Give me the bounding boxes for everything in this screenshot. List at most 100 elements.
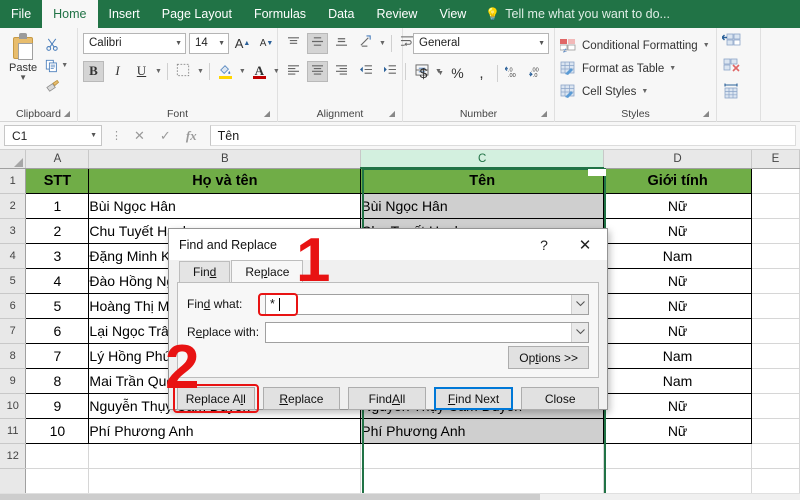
format-cells-icon[interactable] [722,83,742,105]
row-header-2[interactable]: 2 [0,193,27,219]
cell-b11[interactable]: Phí Phương Anh [88,417,362,444]
cell-d9[interactable]: Nam [603,367,752,394]
cell-a7[interactable]: 6 [25,317,90,344]
align-top-button[interactable] [283,33,304,54]
cell-a12[interactable] [25,443,90,469]
cell-e5[interactable] [751,268,800,294]
cell-b1[interactable]: Họ và tên [88,167,362,194]
cell-d12[interactable] [603,443,752,469]
cell-c1[interactable]: Tên [360,167,605,194]
cell-a5[interactable]: 4 [25,267,90,294]
cell-d7[interactable]: Nữ [603,317,752,344]
cell-d5[interactable]: Nữ [603,267,752,294]
number-dialog-launcher[interactable]: ◢ [541,106,547,121]
cell-styles-button[interactable]: Cell Styles ▼ [560,80,648,103]
column-header-a[interactable]: A [25,150,90,169]
clipboard-dialog-launcher[interactable]: ◢ [64,106,70,121]
paste-button[interactable]: Paste ▼ [5,31,41,82]
font-size-combo[interactable]: 14 ▼ [189,32,229,54]
orientation-button[interactable] [355,33,376,54]
ribbon-tab-insert[interactable]: Insert [98,0,151,28]
increase-decimal-button[interactable]: .0.00 [503,63,524,84]
ribbon-tab-home[interactable]: Home [42,0,98,28]
alignment-dialog-launcher[interactable]: ◢ [389,106,395,121]
cell-a9[interactable]: 8 [25,367,90,394]
format-as-table-button[interactable]: Format as Table ▼ [560,57,676,80]
column-header-b[interactable]: B [88,150,362,169]
ribbon-tab-page-layout[interactable]: Page Layout [151,0,243,28]
name-box[interactable]: C1 ▼ [4,125,102,146]
row-header-1[interactable]: 1 [0,168,27,194]
row-header-6[interactable]: 6 [0,293,27,319]
conditional-formatting-button[interactable]: ≠ Conditional Formatting ▼ [559,34,710,57]
cell-e10[interactable] [751,393,800,419]
cell-e4[interactable] [751,243,800,269]
cancel-icon[interactable]: ✕ [134,128,145,144]
align-center-button[interactable] [307,60,328,82]
row-header-4[interactable]: 4 [0,243,27,269]
copy-button[interactable]: ▼ [41,55,72,76]
decrease-decimal-button[interactable]: .00.0 [527,63,548,84]
close-button[interactable]: Close [521,387,599,410]
borders-button[interactable] [173,61,194,82]
column-header-e[interactable]: E [751,150,800,169]
number-format-combo[interactable]: General ▼ [413,32,549,54]
row-header-13[interactable] [0,468,27,494]
cell-e6[interactable] [751,293,800,319]
cell-a3[interactable]: 2 [25,217,90,244]
fill-dropdown-icon[interactable]: ▼ [239,68,246,75]
underline-dropdown-icon[interactable]: ▼ [155,68,162,75]
find-next-button[interactable]: Find Next [433,387,514,410]
row-header-3[interactable]: 3 [0,218,27,244]
cell-d11[interactable]: Nữ [603,417,752,444]
cell-c2[interactable]: Bùi Ngọc Hân [360,192,605,219]
cell-b2[interactable]: Bùi Ngọc Hân [88,192,362,219]
cell-e9[interactable] [751,368,800,394]
cell-c11[interactable]: Phí Phương Anh [360,417,605,444]
cell-a11[interactable]: 10 [25,417,90,444]
column-header-c[interactable]: C [360,150,605,169]
styles-dialog-launcher[interactable]: ◢ [703,106,709,121]
cell-e12[interactable] [751,443,800,469]
column-header-d[interactable]: D [603,150,752,169]
increase-font-size-button[interactable]: A ▲ [232,33,253,54]
currency-dropdown-icon[interactable]: ▼ [437,70,444,77]
cell-d6[interactable]: Nữ [603,292,752,319]
cell-d4[interactable]: Nam [603,242,752,269]
cell-d10[interactable]: Nữ [603,392,752,419]
increase-indent-button[interactable] [379,61,400,82]
replace-with-combo[interactable] [265,321,589,343]
select-all-corner[interactable] [0,150,27,169]
tab-replace[interactable]: Replace [231,260,304,282]
row-header-10[interactable]: 10 [0,393,27,419]
copy-dropdown-icon[interactable]: ▼ [61,62,68,69]
decrease-indent-button[interactable] [355,61,376,82]
italic-button[interactable]: I [107,61,128,82]
ribbon-tab-formulas[interactable]: Formulas [243,0,317,28]
cell-b12[interactable] [88,443,362,469]
bold-button[interactable]: B [83,60,104,82]
insert-cells-icon[interactable] [721,33,742,55]
align-left-button[interactable] [283,61,304,82]
fill-color-button[interactable] [215,61,236,82]
ribbon-tab-view[interactable]: View [428,0,477,28]
horizontal-scrollbar[interactable] [0,493,800,500]
cell-d8[interactable]: Nam [603,342,752,369]
row-header-5[interactable]: 5 [0,268,27,294]
cell-e11[interactable] [751,418,800,444]
insert-function-icon[interactable]: fx [186,128,197,144]
percent-button[interactable]: % [447,63,468,84]
row-header-8[interactable]: 8 [0,343,27,369]
find-all-button[interactable]: Find All [348,387,426,410]
font-color-button[interactable]: A [249,61,270,82]
replace-button[interactable]: Replace [262,387,341,410]
find-what-dropdown-icon[interactable] [571,294,588,314]
cell-a13[interactable] [25,468,90,494]
cell-a4[interactable]: 3 [25,242,90,269]
find-what-combo[interactable]: * [265,293,589,315]
tab-find[interactable]: Find [179,261,231,282]
cell-e13[interactable] [751,468,800,494]
underline-button[interactable]: U [131,61,152,82]
cell-a1[interactable]: STT [25,167,90,194]
currency-button[interactable]: $ [413,63,434,84]
